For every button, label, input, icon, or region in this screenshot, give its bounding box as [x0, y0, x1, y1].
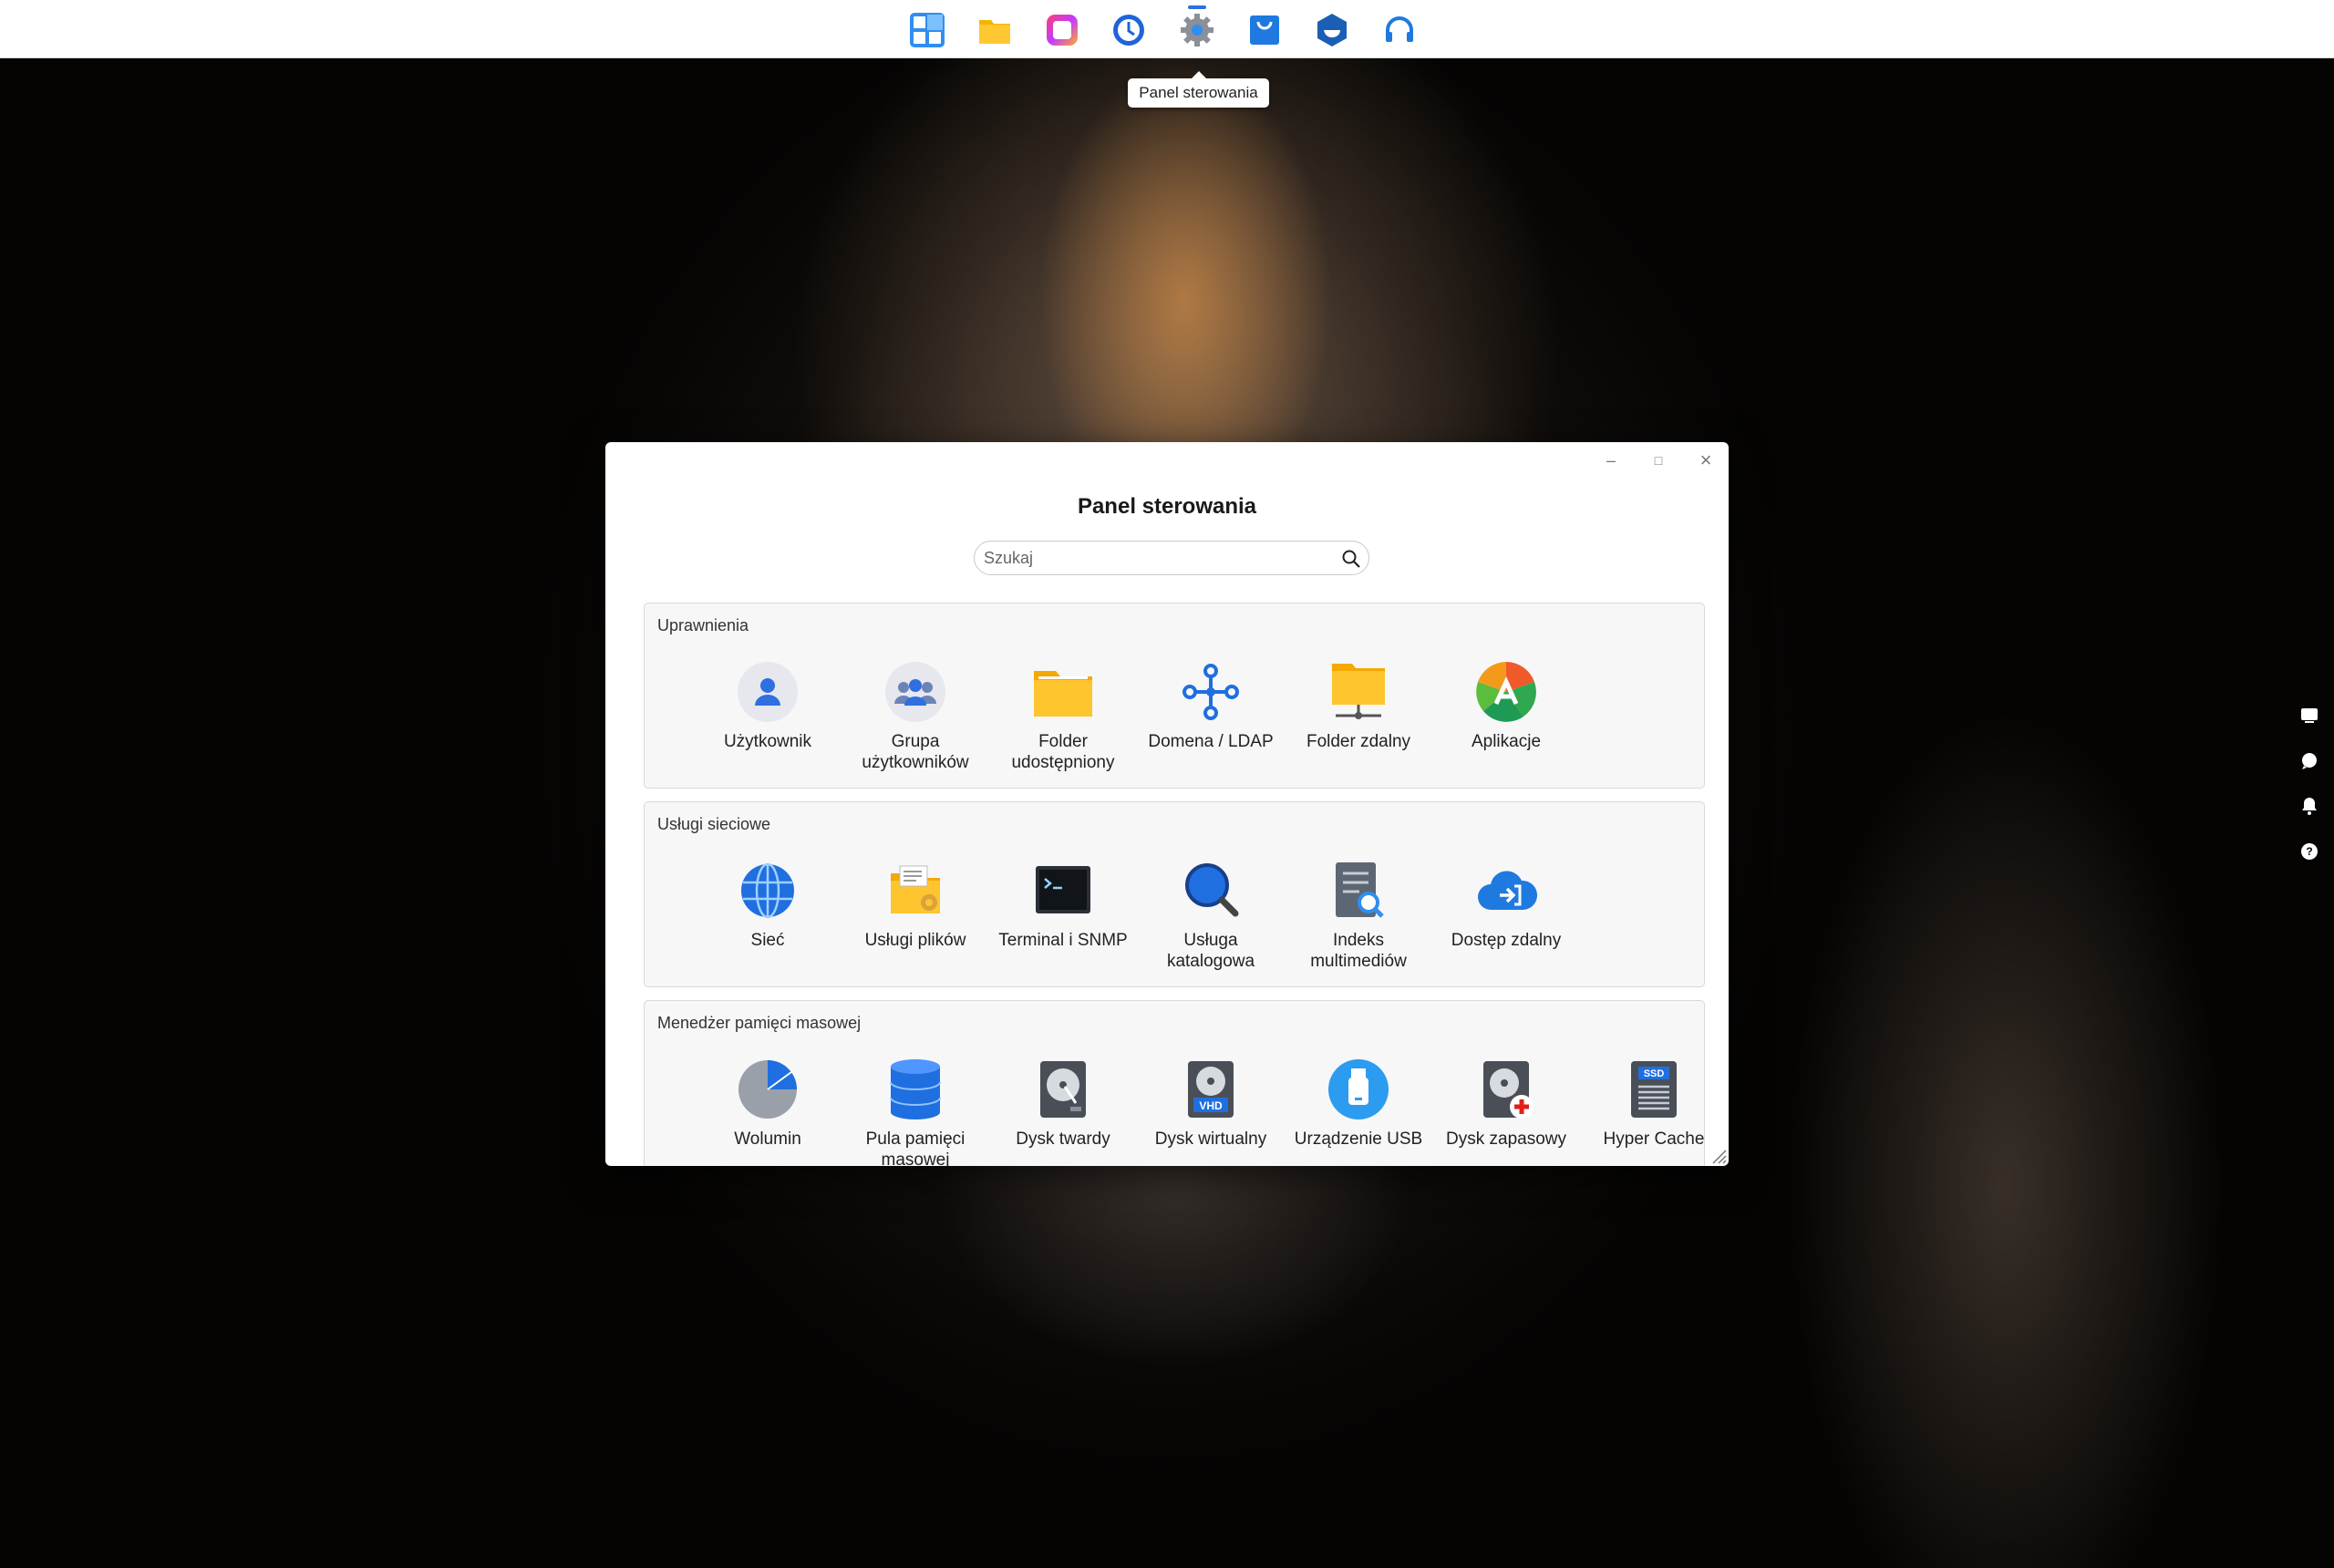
- shared-folder-icon: [1031, 660, 1095, 724]
- control-panel-window: – □ × Panel sterowania Uprawnienia Użytk…: [605, 442, 1729, 1166]
- dock-tooltip: Panel sterowania: [1128, 71, 1269, 108]
- messages-icon[interactable]: [2299, 751, 2319, 771]
- remote-access-cloud-icon: [1474, 859, 1538, 923]
- top-taskbar: [0, 0, 2334, 58]
- item-spare-disk[interactable]: Dysk zapasowy: [1432, 1057, 1580, 1150]
- section-title: Uprawnienia: [657, 616, 749, 634]
- item-storage-pool[interactable]: Pula pamięci masowej: [842, 1057, 989, 1166]
- network-globe-icon: [736, 859, 800, 923]
- file-services-icon: [883, 859, 947, 923]
- resize-grip-icon[interactable]: [1710, 1148, 1727, 1164]
- file-manager-icon[interactable]: [976, 12, 1013, 48]
- hard-disk-icon: [1031, 1057, 1095, 1121]
- item-volume[interactable]: Wolumin: [694, 1057, 842, 1150]
- item-shared-folder[interactable]: Folder udostępniony: [989, 660, 1137, 773]
- item-media-index[interactable]: Indeks multimediów: [1285, 859, 1432, 972]
- section-title: Usługi sieciowe: [657, 815, 771, 833]
- item-hyper-cache[interactable]: SSD Hyper Cache: [1580, 1057, 1728, 1150]
- directory-search-icon: [1179, 859, 1243, 923]
- svg-text:VHD: VHD: [1199, 1099, 1223, 1112]
- section-network-services: Usługi sieciowe Sieć Usługi plików Termi…: [644, 801, 1705, 987]
- item-remote-access[interactable]: Dostęp zdalny: [1432, 859, 1580, 951]
- app-center-icon[interactable]: [1246, 12, 1283, 48]
- section-storage-manager: Menedżer pamięci masowej Wolumin Pula pa…: [644, 1000, 1705, 1166]
- domain-ldap-icon: [1179, 660, 1243, 724]
- item-network[interactable]: Sieć: [694, 859, 842, 951]
- notifications-bell-icon[interactable]: [2299, 796, 2319, 816]
- svg-text:SSD: SSD: [1644, 1068, 1665, 1079]
- settings-gear-icon[interactable]: [1179, 12, 1215, 48]
- minimize-button[interactable]: –: [1597, 449, 1625, 471]
- applications-icon: [1474, 660, 1538, 724]
- search-input[interactable]: [984, 545, 1330, 571]
- item-directory-service[interactable]: Usługa katalogowa: [1137, 859, 1285, 972]
- docker-icon[interactable]: [1314, 12, 1350, 48]
- media-index-icon: [1327, 859, 1390, 923]
- storage-pool-icon: [883, 1057, 947, 1121]
- item-terminal-snmp[interactable]: Terminal i SNMP: [989, 859, 1137, 951]
- window-title: Panel sterowania: [1077, 494, 1257, 519]
- help-icon[interactable]: ?: [2299, 841, 2319, 861]
- active-app-indicator: [1188, 5, 1206, 9]
- backup-clock-icon[interactable]: [1110, 12, 1147, 48]
- usb-device-icon: [1327, 1057, 1390, 1121]
- resource-monitor-icon[interactable]: [2299, 706, 2319, 726]
- remote-folder-icon: [1327, 660, 1390, 724]
- item-remote-folder[interactable]: Folder zdalny: [1285, 660, 1432, 752]
- close-button[interactable]: ×: [1692, 449, 1720, 471]
- terminal-icon: [1031, 859, 1095, 923]
- user-group-icon: [883, 660, 947, 724]
- virtual-disk-icon: VHD: [1179, 1057, 1243, 1121]
- support-headset-icon[interactable]: [1381, 12, 1418, 48]
- widgets-icon[interactable]: [909, 12, 945, 48]
- hyper-cache-ssd-icon: SSD: [1622, 1057, 1686, 1121]
- search-box[interactable]: [974, 541, 1369, 575]
- item-hard-disk[interactable]: Dysk twardy: [989, 1057, 1137, 1150]
- spare-disk-icon: [1474, 1057, 1538, 1121]
- item-user-group[interactable]: Grupa użytkowników: [842, 660, 989, 773]
- section-permissions: Uprawnienia Użytkownik Grupa użytkownikó…: [644, 603, 1705, 789]
- maximize-button[interactable]: □: [1645, 449, 1672, 471]
- item-domain-ldap[interactable]: Domena / LDAP: [1137, 660, 1285, 752]
- user-icon: [736, 660, 800, 724]
- svg-text:?: ?: [2306, 845, 2312, 858]
- search-icon[interactable]: [1341, 549, 1361, 569]
- volume-pie-icon: [736, 1057, 800, 1121]
- item-virtual-disk[interactable]: VHD Dysk wirtualny: [1137, 1057, 1285, 1150]
- item-user[interactable]: Użytkownik: [694, 660, 842, 752]
- item-file-services[interactable]: Usługi plików: [842, 859, 989, 951]
- item-usb-device[interactable]: Urządzenie USB: [1285, 1057, 1432, 1150]
- item-applications[interactable]: Aplikacje: [1432, 660, 1580, 752]
- photos-icon[interactable]: [1044, 12, 1080, 48]
- section-title: Menedżer pamięci masowej: [657, 1014, 862, 1032]
